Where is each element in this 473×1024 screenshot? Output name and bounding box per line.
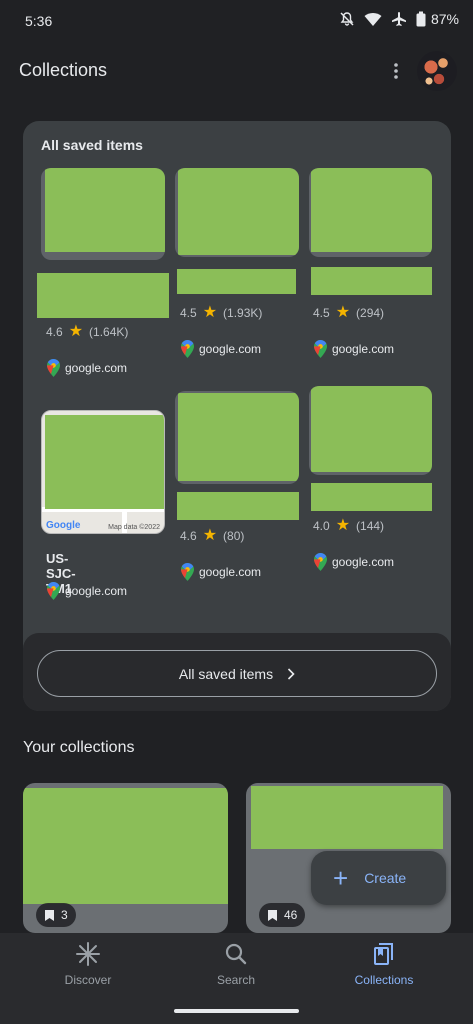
map-logo: Google: [46, 520, 81, 531]
star-icon: ★: [202, 304, 218, 321]
maps-pin-icon: [47, 359, 60, 377]
item-rating: 4.5 ★ (1.93K): [180, 304, 263, 321]
bottom-navigation: Discover Search Collections: [0, 933, 473, 1024]
all-saved-items-card: All saved items 4.6 ★ (1.64K) google.com 4…: [23, 121, 451, 711]
nav-search[interactable]: Search: [176, 941, 296, 993]
item-rating: 4.6 ★ (1.64K): [46, 323, 129, 340]
item-title-redacted: [311, 483, 432, 511]
collection-count: 46: [259, 903, 306, 927]
star-icon: ★: [335, 304, 351, 321]
item-source: google.com: [314, 340, 394, 358]
chevron-right-icon: [288, 667, 295, 680]
item-rating: 4.6 ★ (80): [180, 527, 245, 544]
item-rating: 4.5 ★ (294): [313, 304, 385, 321]
item-source: google.com: [314, 553, 394, 571]
maps-pin-icon: [47, 582, 60, 600]
item-thumbnail: [309, 168, 432, 257]
item-thumbnail: [309, 386, 432, 475]
item-source: google.com: [47, 582, 127, 600]
item-title-redacted: [177, 269, 296, 294]
maps-pin-icon: [314, 340, 327, 358]
status-bar: 5:36 87%: [0, 0, 473, 44]
item-source: google.com: [47, 359, 127, 377]
status-time: 5:36: [25, 13, 53, 29]
maps-pin-icon: [314, 553, 327, 571]
nav-discover[interactable]: Discover: [28, 941, 148, 993]
app-bar: Collections: [0, 44, 473, 100]
maps-pin-icon: [181, 563, 194, 581]
more-vert-icon: [394, 63, 398, 79]
nav-search-label: Search: [216, 973, 256, 987]
collections-icon: [374, 943, 393, 965]
battery-icon: [416, 11, 426, 27]
map-thumbnail: Google Map data ©2022: [41, 410, 165, 534]
item-rating: 4.0 ★ (144): [313, 517, 385, 534]
item-thumbnail: [41, 168, 165, 260]
saved-items-heading: All saved items: [41, 137, 143, 153]
star-icon: ★: [202, 527, 218, 544]
nav-collections[interactable]: Collections: [324, 941, 444, 993]
battery-percent: 87%: [430, 11, 459, 27]
star-icon: ★: [335, 517, 351, 534]
all-saved-items-button[interactable]: All saved items: [37, 650, 437, 697]
saved-card-footer: All saved items: [23, 633, 451, 711]
nav-collections-label: Collections: [354, 973, 414, 987]
create-button[interactable]: + Create: [311, 851, 446, 905]
bell-off-icon: [340, 12, 354, 26]
plus-icon: +: [333, 863, 349, 893]
your-collections-heading: Your collections: [23, 739, 135, 756]
more-options-button[interactable]: [385, 56, 407, 86]
all-saved-items-label: All saved items: [178, 665, 274, 682]
bookmark-stack-icon: [268, 909, 277, 921]
airplane-icon: [391, 12, 406, 26]
item-source: google.com: [181, 340, 261, 358]
collection-card[interactable]: 3: [23, 783, 228, 933]
page-title: Collections: [19, 60, 108, 80]
maps-pin-icon: [181, 340, 194, 358]
home-indicator[interactable]: [174, 1009, 299, 1013]
bookmark-stack-icon: [45, 909, 54, 921]
item-title-redacted: [311, 267, 432, 295]
account-avatar[interactable]: [417, 51, 457, 91]
wifi-icon: [364, 13, 382, 26]
create-label: Create: [364, 870, 407, 886]
search-icon: [225, 943, 247, 965]
item-title-redacted: [177, 492, 299, 520]
item-thumbnail: [175, 168, 299, 257]
map-copyright: Map data ©2022: [108, 524, 160, 531]
nav-discover-label: Discover: [64, 973, 112, 987]
status-icons: 87%: [339, 11, 459, 27]
star-icon: ★: [68, 323, 84, 340]
collection-count: 3: [36, 903, 76, 927]
asterisk-icon: [76, 942, 100, 966]
item-source: google.com: [181, 563, 261, 581]
item-thumbnail: [175, 391, 299, 484]
item-title-redacted: [37, 273, 169, 318]
